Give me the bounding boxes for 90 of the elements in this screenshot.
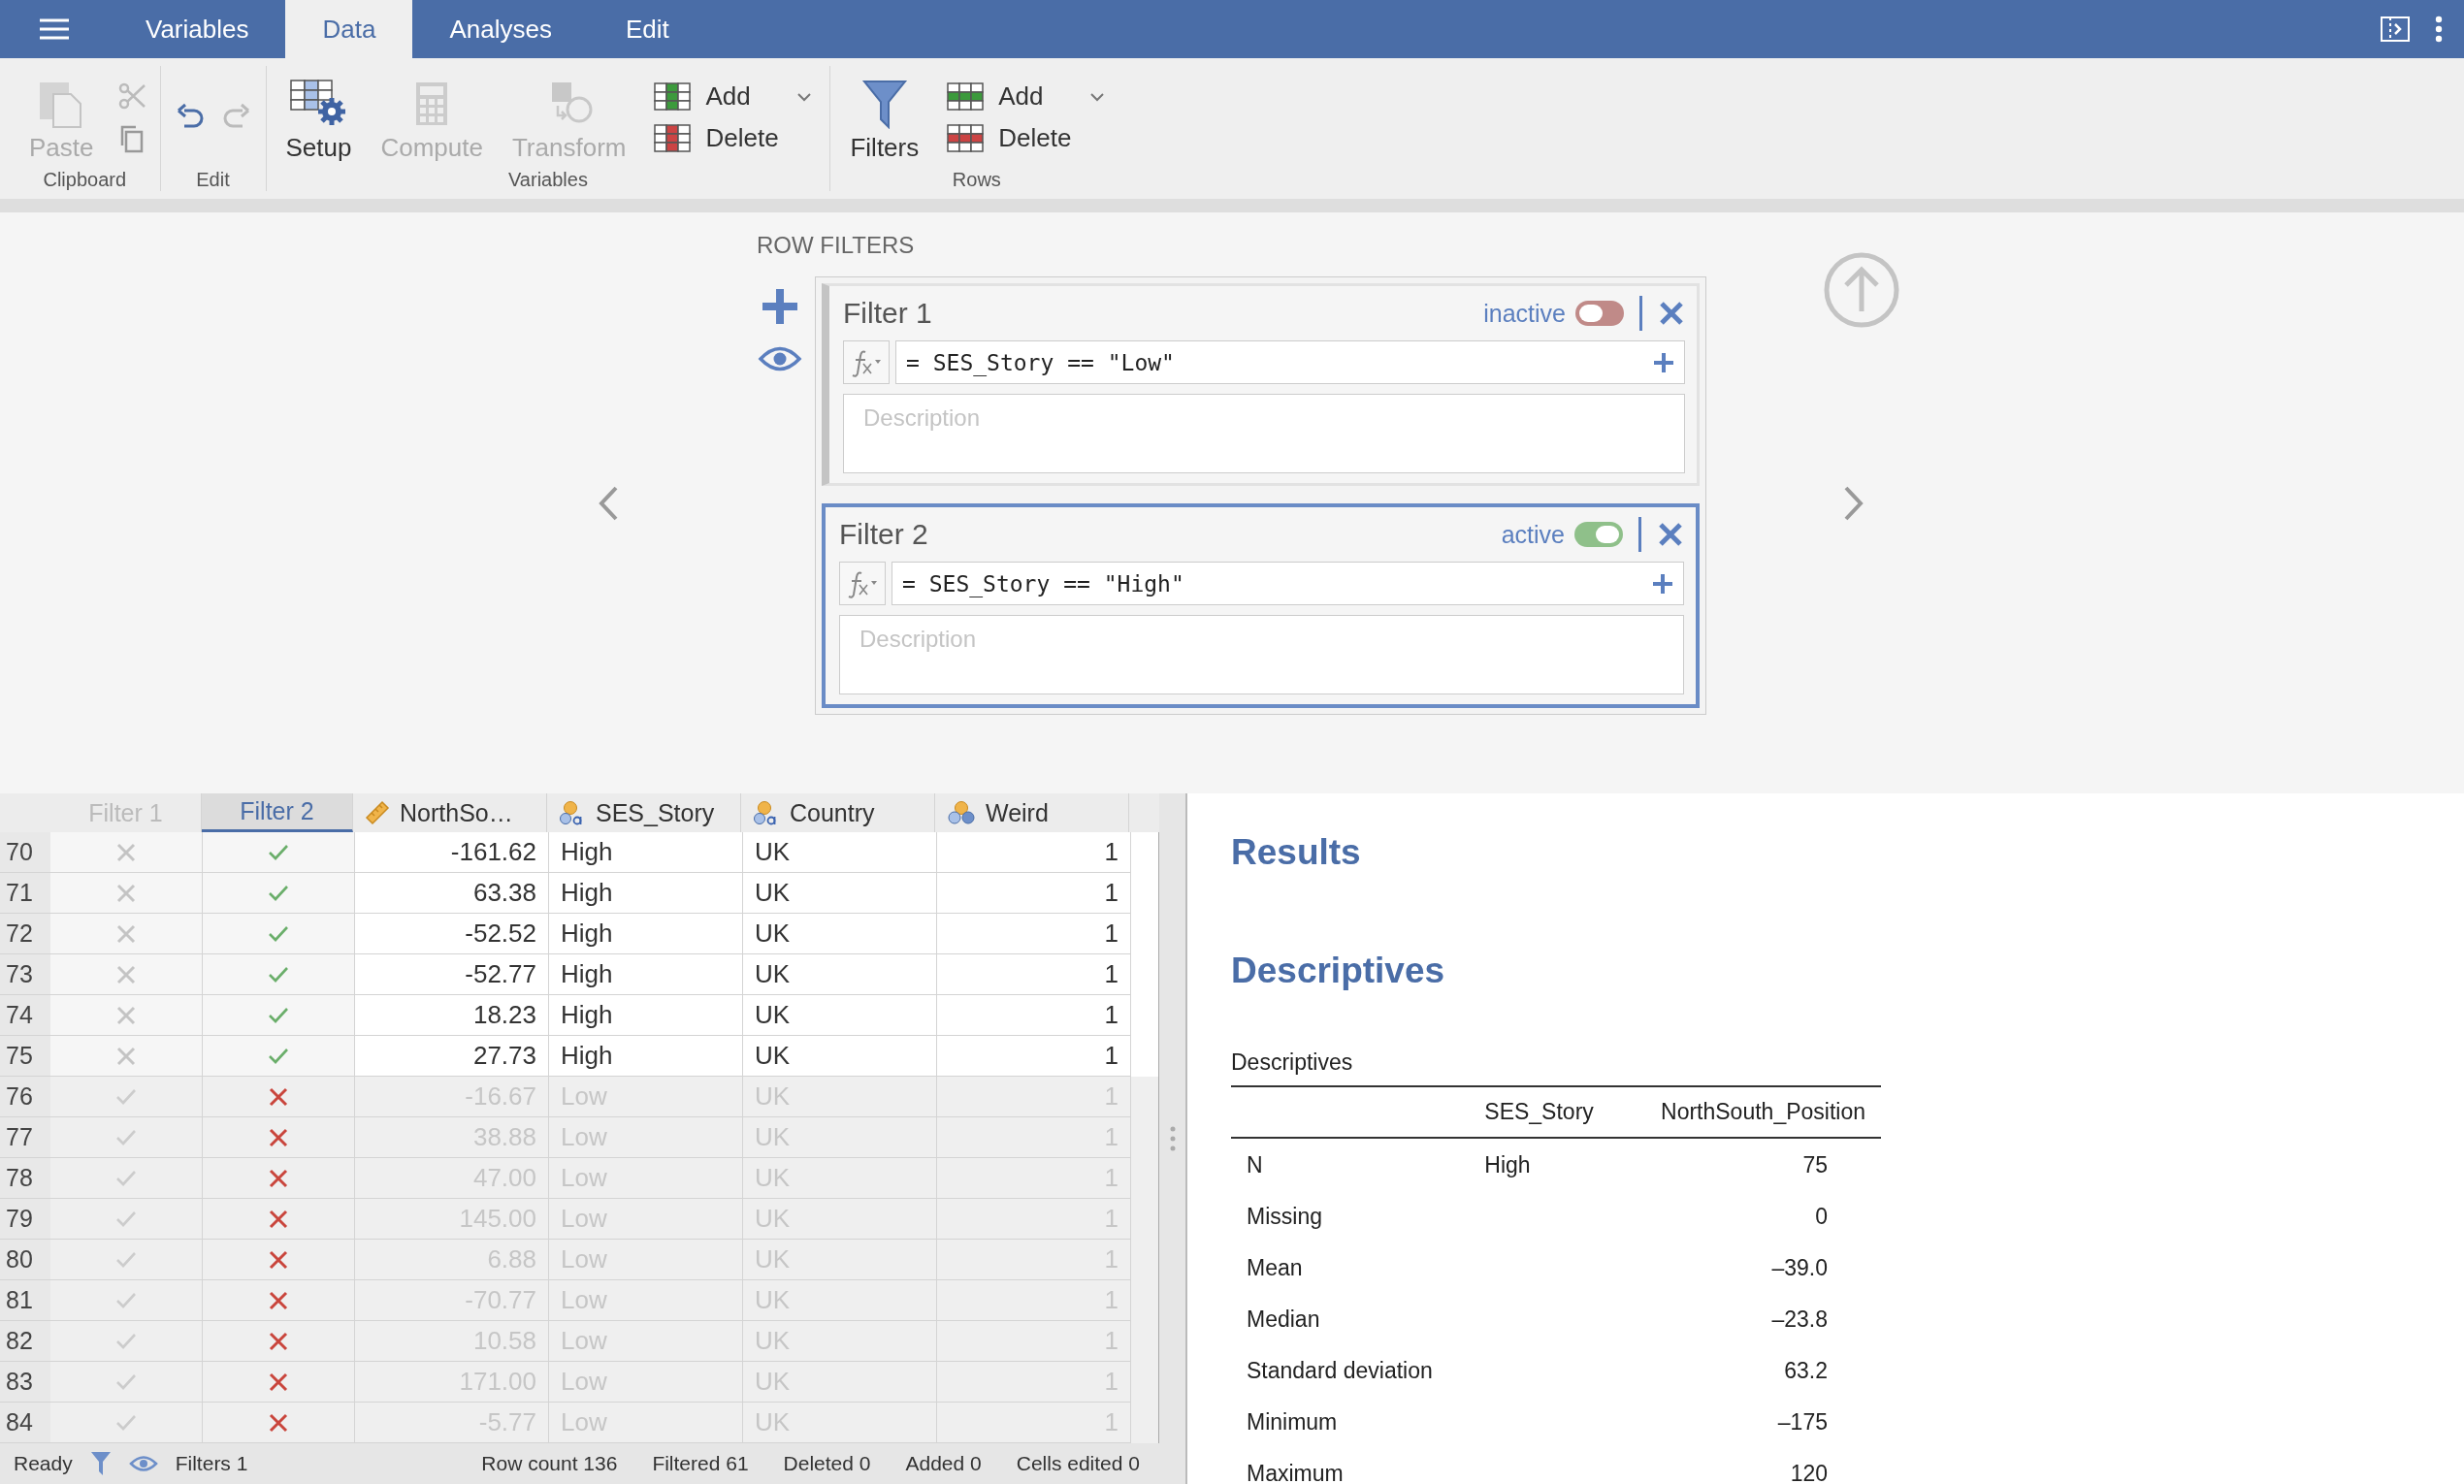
group-label: Edit (196, 169, 230, 191)
row-number: 70 (0, 832, 50, 873)
row-number: 80 (0, 1240, 50, 1280)
status-count: Row count 136 (481, 1452, 618, 1475)
status-count: Added 0 (905, 1452, 982, 1475)
nominal-icon (947, 800, 976, 825)
function-button[interactable] (839, 562, 886, 605)
row-number: 74 (0, 995, 50, 1036)
formula-field[interactable]: = SES_Story == "Low" (895, 340, 1685, 384)
table-cell: High (1484, 1152, 1531, 1178)
delete-row-icon (946, 123, 986, 153)
row-number: 82 (0, 1321, 50, 1362)
section-title: ROW FILTERS (757, 232, 915, 259)
row-label: N (1247, 1152, 1263, 1178)
chevron-down-icon (1089, 91, 1106, 102)
row-number: 84 (0, 1403, 50, 1443)
column-header: NorthSouth_Position (1661, 1099, 1865, 1124)
table-cell: –175 (1777, 1409, 1828, 1435)
ruler-icon (365, 800, 390, 825)
active-toggle[interactable] (1575, 301, 1624, 326)
eye-icon[interactable] (128, 1455, 158, 1472)
filter-status: inactive (1483, 299, 1566, 328)
description-field[interactable]: Description (839, 615, 1684, 694)
active-toggle[interactable] (1574, 522, 1623, 547)
delete-row-button[interactable]: Delete (940, 121, 1112, 155)
row-number: 73 (0, 954, 50, 995)
next-icon[interactable] (1842, 484, 1865, 523)
funnel-icon[interactable] (89, 1451, 112, 1476)
status-text: Ready (14, 1452, 73, 1475)
add-row-button[interactable]: Add (940, 80, 1112, 113)
table-cell: 75 (1802, 1152, 1828, 1178)
group-label: Clipboard (43, 169, 127, 191)
table-cell: 63.2 (1784, 1358, 1828, 1383)
filter-title: Filter 2 (839, 518, 929, 551)
group-label: Rows (952, 169, 1001, 191)
row-label: Median (1247, 1307, 1320, 1332)
row-number: 76 (0, 1077, 50, 1117)
column-header: SES_Story (1484, 1099, 1594, 1124)
description-field[interactable]: Description (843, 394, 1685, 473)
filter-card[interactable]: Filter 1 inactive = SES_Story == "Low" Description (822, 283, 1700, 486)
delete-column-icon (653, 123, 693, 153)
table-cell: –39.0 (1771, 1255, 1828, 1280)
row-number: 81 (0, 1280, 50, 1321)
table-cell: 0 (1815, 1204, 1828, 1229)
status-count: Deleted 0 (783, 1452, 871, 1475)
row-number: 77 (0, 1117, 50, 1158)
filter-status: active (1501, 520, 1565, 549)
row-number: 78 (0, 1158, 50, 1199)
formula-field[interactable]: = SES_Story == "High" (892, 562, 1684, 605)
row-number: 75 (0, 1036, 50, 1077)
row-number: 79 (0, 1199, 50, 1240)
filter-title: Filter 1 (843, 297, 933, 330)
add-row-icon (946, 81, 986, 112)
delete-variable-button[interactable]: Delete (647, 121, 819, 155)
menu-tab[interactable]: Variables (109, 0, 286, 58)
close-icon[interactable] (1657, 521, 1684, 548)
filters-button[interactable]: Filters (842, 72, 927, 163)
column-header[interactable]: Filter 2 (202, 793, 353, 832)
drag-handle-icon[interactable] (1169, 1126, 1176, 1151)
row-number: 71 (0, 873, 50, 914)
filter-card[interactable]: Filter 2 active = SES_Story == "High" Description (822, 503, 1700, 708)
function-button[interactable] (843, 340, 890, 384)
row-label: Minimum (1247, 1409, 1338, 1435)
menu-tab[interactable]: Edit (588, 0, 706, 58)
row-number: 83 (0, 1362, 50, 1403)
analysis-title: Descriptives (1231, 951, 1446, 991)
row-label: Missing (1247, 1204, 1322, 1229)
plus-icon[interactable] (1652, 572, 1673, 595)
plus-icon[interactable] (1653, 351, 1674, 373)
table-title: Descriptives (1231, 1049, 1354, 1077)
chevron-down-icon (796, 91, 813, 102)
table-cell: –23.8 (1771, 1307, 1828, 1332)
group-label: Variables (508, 169, 588, 191)
row-number: 72 (0, 914, 50, 954)
menu-tab[interactable]: Analyses (412, 0, 589, 58)
status-count: Cells edited 0 (1016, 1452, 1140, 1475)
add-variable-button[interactable]: Add (647, 80, 819, 113)
menu-icon[interactable] (38, 17, 71, 41)
results-title: Results (1231, 832, 1362, 873)
row-label: Maximum (1247, 1461, 1344, 1484)
row-label: Mean (1247, 1255, 1303, 1280)
add-column-icon (653, 81, 693, 112)
status-count: Filtered 61 (652, 1452, 749, 1475)
close-icon[interactable] (1658, 300, 1685, 327)
menu-tab[interactable]: Data (285, 0, 413, 58)
funnel-icon (860, 78, 908, 129)
filters-count: Filters 1 (175, 1452, 248, 1475)
table-cell: 120 (1790, 1461, 1828, 1484)
row-label: Standard deviation (1247, 1358, 1433, 1383)
setup-button[interactable]: Setup (277, 72, 360, 163)
